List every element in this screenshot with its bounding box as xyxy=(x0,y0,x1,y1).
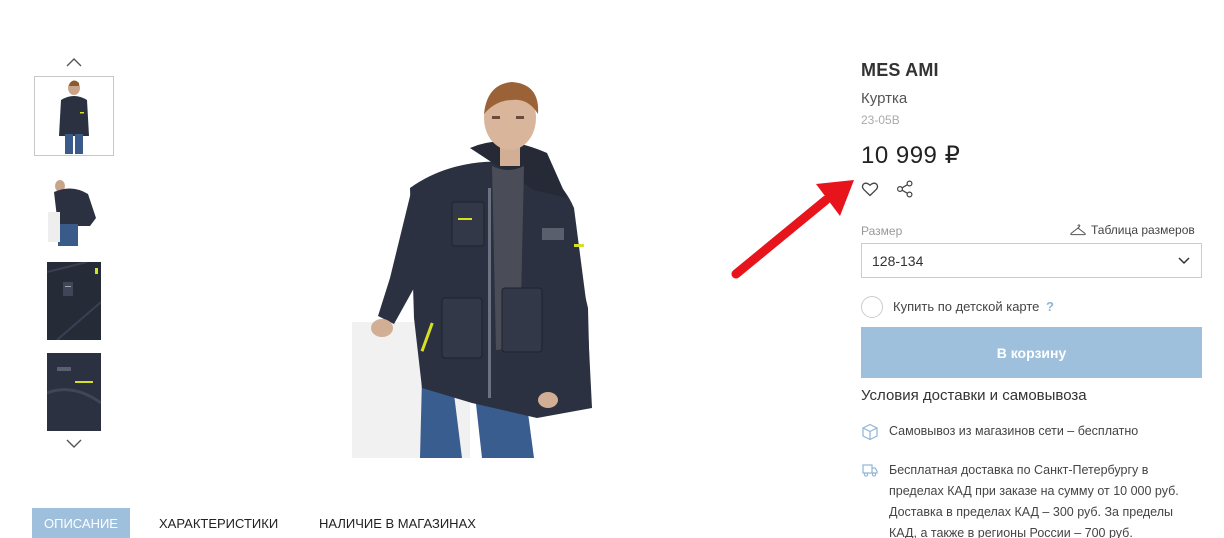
add-to-cart-button[interactable]: В корзину xyxy=(861,327,1202,378)
delivery-title: Условия доставки и самовывоза xyxy=(861,387,1087,404)
share-icon xyxy=(896,180,913,198)
chevron-down-icon xyxy=(66,439,82,448)
hanger-icon xyxy=(1070,224,1086,236)
size-table-label: Таблица размеров xyxy=(1091,223,1195,237)
delivery-terms-line: Бесплатная доставка по Санкт-Петербургу … xyxy=(889,463,1149,477)
tab-store-availability[interactable]: Наличие в магазинах xyxy=(319,508,476,538)
kids-card-radio[interactable] xyxy=(861,296,883,318)
size-label: Размер xyxy=(861,224,903,238)
size-select[interactable]: 128-134 xyxy=(861,243,1202,278)
thumbnail-3[interactable] xyxy=(34,261,114,341)
main-product-image[interactable] xyxy=(352,78,612,458)
product-type: Куртка xyxy=(861,90,908,107)
size-selected-value: 128-134 xyxy=(872,252,924,269)
product-sku: 23-05B xyxy=(861,113,900,127)
thumbnails-prev-button[interactable] xyxy=(60,55,88,73)
box-icon xyxy=(862,423,878,441)
size-table-link[interactable]: Таблица размеров xyxy=(1070,223,1195,237)
tab-characteristics[interactable]: Характеристики xyxy=(159,508,278,538)
kids-card-help-icon[interactable]: ? xyxy=(1046,299,1054,314)
product-brand[interactable]: MES AMI xyxy=(861,60,939,81)
share-button[interactable] xyxy=(896,180,914,198)
delivery-pickup-text: Самовывоз из магазинов сети – бесплатно xyxy=(889,424,1139,438)
delivery-terms-text: Бесплатная доставка по Санкт-Петербургу … xyxy=(889,460,1179,538)
heart-icon xyxy=(861,182,879,197)
annotation-arrow xyxy=(731,180,854,279)
thumbnail-4[interactable] xyxy=(34,352,114,432)
delivery-terms-line: пределах КАД при заказе на сумму от 10 0… xyxy=(889,484,1179,498)
chevron-down-icon xyxy=(1178,256,1190,264)
chevron-up-icon xyxy=(66,58,82,67)
truck-icon xyxy=(862,464,878,477)
product-price: 10 999 ₽ xyxy=(861,142,961,169)
delivery-terms-line: КАД, а также в регионы России – 700 руб. xyxy=(889,526,1133,538)
tab-description[interactable]: Описание xyxy=(32,508,130,538)
thumbnail-2[interactable] xyxy=(34,170,114,250)
thumbnails-next-button[interactable] xyxy=(60,437,88,455)
thumbnail-1[interactable] xyxy=(34,76,114,156)
add-to-favorites-button[interactable] xyxy=(861,180,879,198)
delivery-terms-line: Доставка в пределах КАД – 300 руб. За пр… xyxy=(889,505,1173,519)
kids-card-label[interactable]: Купить по детской карте xyxy=(893,299,1039,314)
